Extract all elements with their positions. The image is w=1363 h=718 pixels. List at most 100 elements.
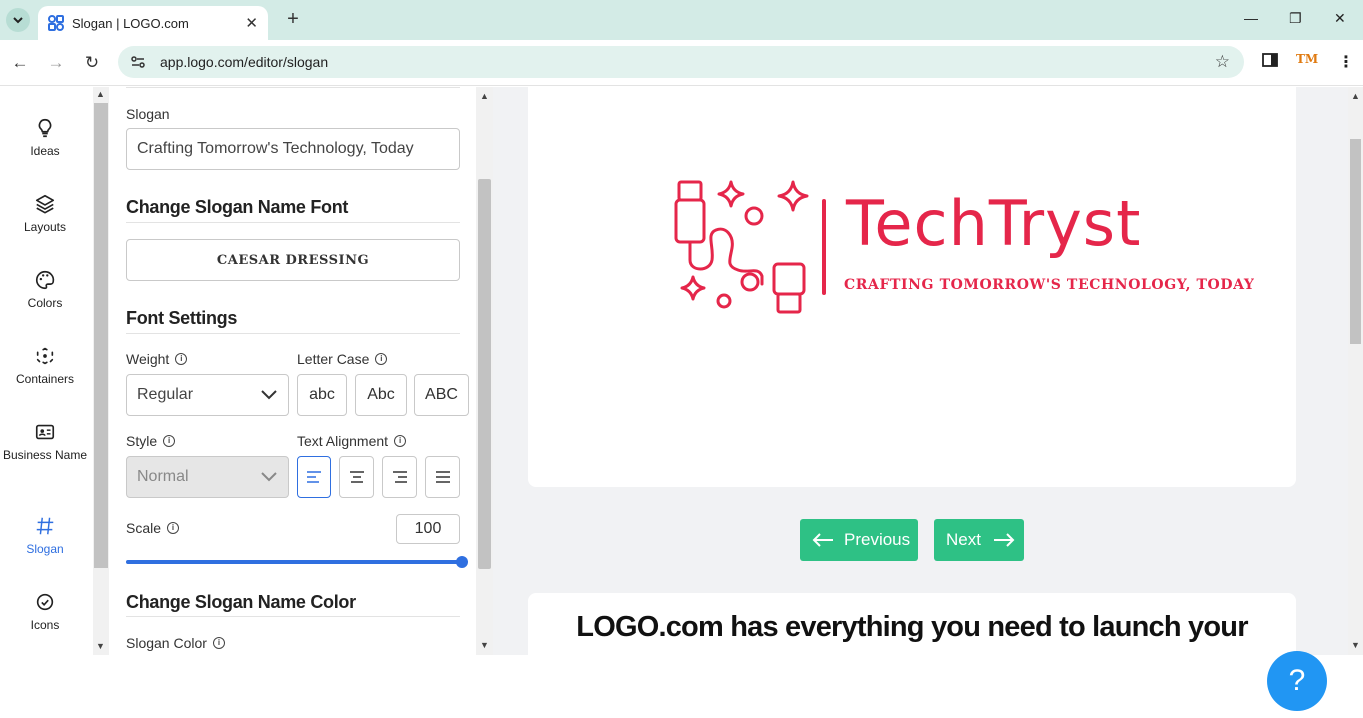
site-info-icon[interactable] [130,54,146,70]
reload-icon[interactable]: ↻ [82,53,102,73]
weight-select[interactable]: Regular [126,374,289,416]
tab-close-icon[interactable]: ✕ [245,14,258,32]
rail-label: Ideas [30,144,60,158]
alignment-label-row: Text Alignment i [297,433,407,449]
scroll-up-icon[interactable]: ▲ [1351,91,1360,101]
rail-item-layouts[interactable]: Layouts [0,193,90,235]
slogan-input[interactable]: Crafting Tomorrow's Technology, Today [126,128,460,170]
style-select[interactable]: Normal [126,456,289,498]
font-settings-heading: Font Settings [126,308,238,328]
new-tab-button[interactable]: + [282,8,304,30]
back-icon[interactable]: ← [10,53,30,73]
info-icon[interactable]: i [163,435,176,447]
rail-item-slogan[interactable]: Slogan [0,515,90,557]
info-icon[interactable]: i [375,353,388,365]
previous-button[interactable]: Previous [800,519,918,561]
logo-preview-area: TechTryst CRAFTING TOMORROW'S TECHNOLOGY… [493,87,1348,655]
extension-tm-icon[interactable]: TM [1296,52,1318,66]
promo-headline: LOGO.com has everything you need to laun… [576,611,1248,643]
info-icon[interactable]: i [394,435,407,447]
rail-scroll-thumb[interactable] [94,103,108,568]
rail-item-ideas[interactable]: Ideas [0,117,90,159]
page-bottom-area [0,655,1363,718]
align-right-button[interactable] [382,456,417,498]
info-icon[interactable]: i [167,522,180,534]
logo-canvas[interactable]: TechTryst CRAFTING TOMORROW'S TECHNOLOGY… [528,87,1296,487]
panel-scroll-thumb[interactable] [478,179,491,569]
scale-input[interactable]: 100 [396,514,460,544]
rail-label: Colors [27,296,63,310]
align-justify-button[interactable] [425,456,460,498]
scroll-up-icon[interactable]: ▲ [96,89,105,99]
chevron-down-icon [261,472,277,482]
palette-icon [36,270,55,290]
bookmark-star-icon[interactable]: ☆ [1215,52,1230,72]
scale-slider-handle[interactable] [456,556,468,568]
case-option-label: ABC [425,386,458,403]
info-icon[interactable]: i [212,637,225,649]
style-label: Style [126,433,158,449]
layers-icon [35,194,55,214]
chevron-down-icon [261,390,277,400]
url-bar[interactable]: app.logo.com/editor/slogan ☆ [118,46,1244,78]
previous-label: Previous [844,530,911,549]
rail-item-colors[interactable]: Colors [0,269,90,311]
restore-icon[interactable]: ❐ [1289,10,1302,27]
window-close-icon[interactable]: ✕ [1334,10,1346,27]
align-justify-icon [435,471,450,483]
align-left-button[interactable] [297,456,331,498]
sidebar-toggle-icon[interactable] [1262,52,1278,71]
preview-scroll-thumb[interactable] [1350,139,1361,344]
tab-title: Slogan | LOGO.com [72,15,189,31]
case-option-label: abc [309,386,335,403]
info-icon[interactable]: i [175,353,188,365]
check-circle-icon [36,593,54,611]
scroll-down-icon[interactable]: ▼ [1351,640,1360,650]
browser-tab[interactable]: Slogan | LOGO.com ✕ [38,6,268,40]
divider [126,87,460,88]
preview-scrollbar[interactable]: ▲ ▼ [1348,87,1363,655]
minimize-icon[interactable]: — [1244,10,1258,26]
weight-value: Regular [137,386,194,403]
case-lower-button[interactable]: abc [297,374,347,416]
scale-slider-track[interactable] [126,556,468,568]
browser-menu-icon[interactable]: ⋮ [1338,52,1354,72]
style-value: Normal [137,468,189,485]
panel-scrollbar[interactable]: ▲ ▼ [476,87,493,655]
case-title-button[interactable]: Abc [355,374,407,416]
align-left-icon [307,471,321,483]
scroll-down-icon[interactable]: ▼ [96,641,105,651]
rail-item-icons[interactable]: Icons [0,591,90,633]
rail-scrollbar[interactable]: ▲ ▼ [93,87,109,655]
next-label: Next [946,530,981,549]
forward-icon[interactable]: → [46,53,66,73]
divider [126,616,460,617]
rail-label: Slogan [26,542,64,556]
tab-search-button[interactable] [6,8,30,32]
slogan-color-label-row: Slogan Color i [126,635,225,651]
id-card-icon [35,424,55,440]
cable-sparkle-logo-icon [674,180,809,314]
slogan-input-value: Crafting Tomorrow's Technology, Today [137,140,414,157]
case-upper-button[interactable]: ABC [414,374,469,416]
url-text: app.logo.com/editor/slogan [160,54,329,70]
weight-label-row: Weight i [126,351,188,367]
slogan-settings-panel: Slogan Crafting Tomorrow's Technology, T… [109,87,476,655]
color-heading: Change Slogan Name Color [126,592,356,612]
letter-case-label: Letter Case [297,351,370,367]
chevron-down-icon [13,17,23,24]
slogan-label: Slogan [126,106,170,122]
scale-label: Scale [126,520,162,536]
next-button[interactable]: Next [934,519,1024,561]
rail-item-business-name[interactable]: Business Name [0,421,90,463]
address-bar-row: ← → ↻ app.logo.com/editor/slogan ☆ TM ⋮ [0,40,1363,86]
help-button[interactable]: ? [1267,651,1327,711]
scroll-down-icon[interactable]: ▼ [480,640,489,650]
rail-item-containers[interactable]: Containers [0,345,90,387]
scroll-up-icon[interactable]: ▲ [480,91,489,101]
font-picker-button[interactable]: CAESAR DRESSING [126,239,460,281]
font-name: CAESAR DRESSING [216,252,370,268]
logo-divider [822,199,826,295]
align-center-button[interactable] [339,456,374,498]
lightbulb-icon [38,118,52,138]
